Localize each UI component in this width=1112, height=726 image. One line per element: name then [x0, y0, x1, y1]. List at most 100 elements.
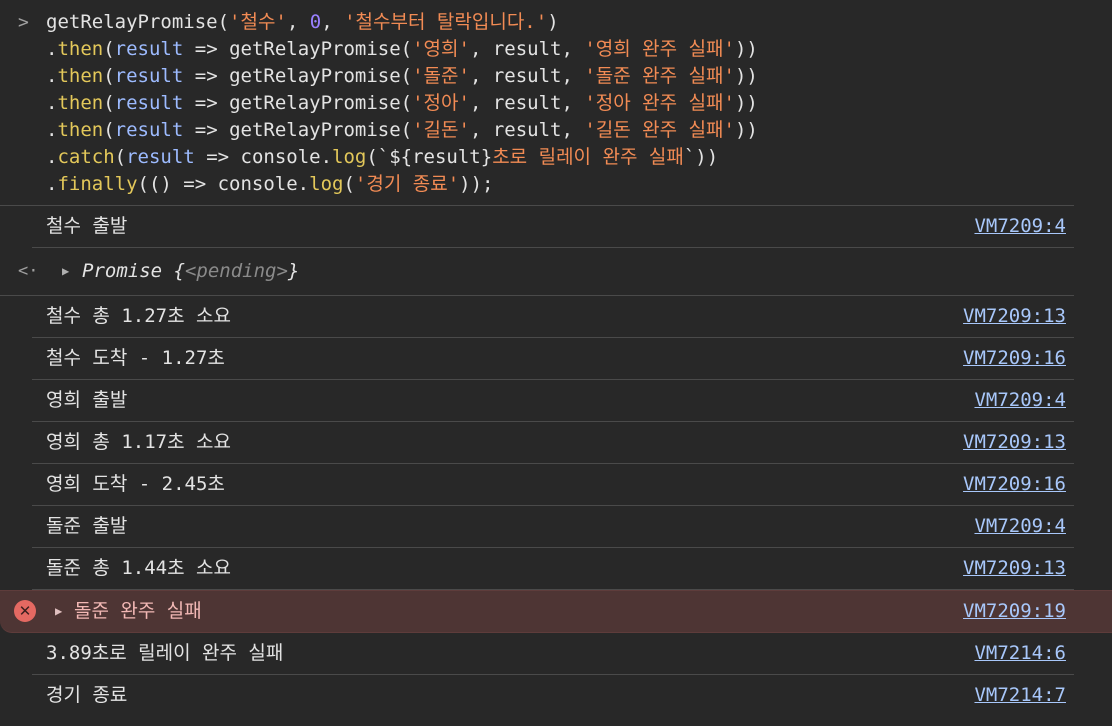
source-link[interactable]: VM7209:13: [963, 422, 1066, 463]
object-brace-close: }: [287, 260, 300, 282]
log-text: 영희 총 1.17초 소요: [46, 431, 231, 453]
log-text: 돌준 총 1.44초 소요: [46, 557, 231, 579]
code-token: '영희': [412, 38, 470, 60]
code-token: (: [343, 173, 355, 195]
code-token: (: [103, 119, 115, 141]
code-line: .finally(() => console.log('경기 종료'));: [46, 171, 1074, 198]
code-token: => console.: [194, 146, 333, 168]
code-token: (: [103, 65, 115, 87]
code-token: (: [114, 146, 127, 168]
code-line: .catch(result => console.log(`${result}초…: [46, 144, 1074, 171]
expand-triangle-icon[interactable]: ▶: [62, 248, 69, 295]
log-text: 철수 도착 - 1.27초: [46, 347, 225, 369]
code-token: log: [309, 173, 344, 195]
code-token: )): [734, 119, 758, 141]
source-link[interactable]: VM7209:13: [963, 548, 1066, 589]
code-line: getRelayPromise('철수', 0, '철수부터 탈락입니다.'): [46, 9, 1074, 36]
source-link[interactable]: VM7209:4: [974, 506, 1066, 547]
source-link[interactable]: VM7209:16: [963, 464, 1066, 505]
code-line: .then(result => getRelayPromise('길돈', re…: [46, 117, 1074, 144]
code-token: 0: [309, 11, 322, 33]
code-token: .: [46, 119, 58, 141]
log-message: 돌준 총 1.44초 소요 VM7209:13: [32, 548, 1074, 590]
code-token: result: [114, 65, 184, 87]
code-token: result: [114, 119, 184, 141]
code-token: )): [734, 65, 758, 87]
error-x-icon: ✕: [14, 600, 36, 622]
code-token: '영희 완주 실패': [584, 38, 735, 60]
code-token: => getRelayPromise(: [183, 38, 413, 60]
source-link[interactable]: VM7209:4: [974, 206, 1066, 247]
code-token: '정아': [412, 92, 470, 114]
source-link[interactable]: VM7209:19: [963, 591, 1066, 632]
code-token: (: [103, 92, 115, 114]
log-text: 돌준 출발: [46, 515, 128, 537]
code-token: ,: [321, 11, 345, 33]
log-message: 경기 종료 VM7214:7: [32, 675, 1074, 716]
code-token: '길돈': [412, 119, 470, 141]
log-text: 경기 종료: [46, 684, 128, 706]
code-token: then: [57, 119, 104, 141]
log-text: 철수 출발: [46, 215, 128, 237]
expand-triangle-icon[interactable]: ▶: [55, 591, 62, 632]
source-link[interactable]: VM7209:4: [974, 380, 1066, 421]
code-token: '길돈 완주 실패': [584, 119, 735, 141]
code-token: .: [46, 38, 58, 60]
code-token: '정아 완주 실패': [584, 92, 735, 114]
code-token: ,: [286, 11, 310, 33]
code-token: )): [734, 92, 758, 114]
log-message: 3.89초로 릴레이 완주 실패 VM7214:6: [32, 633, 1074, 675]
log-message: 철수 도착 - 1.27초 VM7209:16: [32, 338, 1074, 380]
log-message: 영희 출발 VM7209:4: [32, 380, 1074, 422]
code-token: result: [114, 38, 184, 60]
promise-object-preview[interactable]: Promise {<pending>}: [82, 248, 299, 295]
code-token: 초로 릴레이 완주 실패: [492, 146, 684, 168]
return-arrow-icon: <·: [18, 261, 39, 281]
object-brace-open: {: [162, 260, 185, 282]
source-link[interactable]: VM7209:16: [963, 338, 1066, 379]
code-token: (() => console.: [137, 173, 310, 195]
code-token: `)): [683, 146, 719, 168]
code-token: (`${result}: [366, 146, 493, 168]
code-token: , result,: [469, 92, 585, 114]
code-token: then: [57, 65, 104, 87]
code-token: ): [547, 11, 559, 33]
code-token: '돌준 완주 실패': [584, 65, 735, 87]
log-message: 철수 출발 VM7209:4: [32, 206, 1074, 248]
log-message: 영희 도착 - 2.45초 VM7209:16: [32, 464, 1074, 506]
source-link[interactable]: VM7209:13: [963, 296, 1066, 337]
console-input-echo: > getRelayPromise('철수', 0, '철수부터 탈락입니다.'…: [0, 0, 1074, 206]
code-token: ));: [459, 173, 494, 195]
devtools-console: > getRelayPromise('철수', 0, '철수부터 탈락입니다.'…: [0, 0, 1112, 716]
code-token: result: [126, 146, 195, 168]
code-line: .then(result => getRelayPromise('영희', re…: [46, 36, 1074, 63]
code-line: .then(result => getRelayPromise('돌준', re…: [46, 63, 1074, 90]
code-token: catch: [57, 146, 115, 168]
log-text: 영희 출발: [46, 389, 128, 411]
error-message: ✕ ▶ 돌준 완주 실패 VM7209:19: [0, 590, 1112, 633]
chevron-right-icon: >: [18, 12, 29, 33]
source-link[interactable]: VM7214:7: [974, 675, 1066, 716]
error-text[interactable]: 돌준 완주 실패: [74, 591, 202, 632]
code-token: , result,: [469, 38, 585, 60]
code-token: getRelayPromise(: [46, 11, 230, 33]
code-token: result: [114, 92, 184, 114]
code-token: => getRelayPromise(: [183, 92, 413, 114]
code-token: .: [46, 92, 58, 114]
promise-state: <pending>: [184, 260, 288, 282]
source-link[interactable]: VM7214:6: [974, 633, 1066, 674]
code-token: '돌준': [412, 65, 470, 87]
log-text: 3.89초로 릴레이 완주 실패: [46, 642, 284, 664]
code-token: finally: [57, 173, 138, 195]
code-token: => getRelayPromise(: [183, 65, 413, 87]
code-token: (: [103, 38, 115, 60]
code-token: .: [46, 146, 58, 168]
code-token: then: [57, 38, 104, 60]
code-token: , result,: [469, 119, 585, 141]
code-token: log: [332, 146, 367, 168]
code-token: => getRelayPromise(: [183, 119, 413, 141]
log-message: 영희 총 1.17초 소요 VM7209:13: [32, 422, 1074, 464]
code-token: then: [57, 92, 104, 114]
object-name: Promise: [82, 260, 163, 282]
log-text: 영희 도착 - 2.45초: [46, 473, 225, 495]
